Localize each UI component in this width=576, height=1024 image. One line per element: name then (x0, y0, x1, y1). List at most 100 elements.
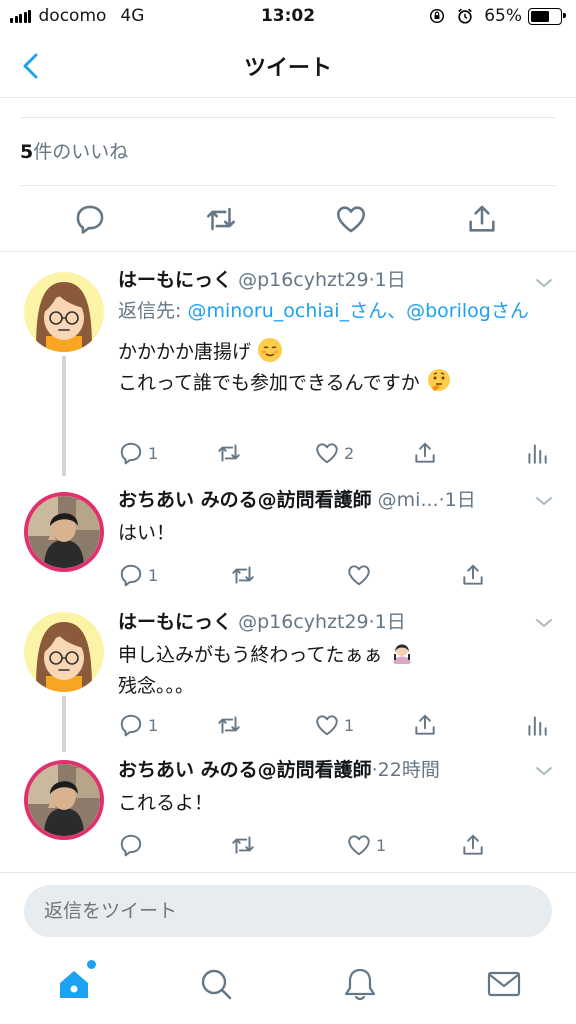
tweet-time: ·22時間 (371, 759, 440, 781)
user-handle[interactable]: @mi... (378, 489, 439, 511)
like-button[interactable]: 2 (314, 440, 354, 466)
like-icon (348, 835, 370, 856)
mention-link[interactable]: @borilogさん (406, 300, 529, 322)
battery-icon (528, 7, 566, 25)
nav-header: ツイート (0, 34, 576, 98)
retweet-button[interactable] (230, 562, 256, 588)
reply-to-line: 返信先: @minoru_ochiai_さん、@borilogさん (118, 296, 560, 327)
messages-icon (487, 971, 521, 997)
avatar[interactable] (24, 272, 104, 352)
avatar[interactable] (24, 760, 104, 840)
tweet-header: はーもにっく @p16cyhzt29·1日 (118, 608, 560, 636)
tab-notifications[interactable] (340, 964, 380, 1004)
retweet-button[interactable] (230, 832, 256, 858)
like-button[interactable]: 1 (314, 712, 354, 738)
status-bar: docomo 4G 13:02 65% (0, 0, 576, 34)
user-handle[interactable]: @p16cyhzt29 (238, 611, 369, 633)
tweet-actions: 1 2 (0, 440, 576, 470)
retweet-button[interactable] (216, 712, 242, 738)
user-handle[interactable]: @p16cyhzt29 (238, 269, 369, 291)
share-button[interactable] (412, 440, 438, 466)
reply-button[interactable]: 1 (118, 440, 158, 466)
tweet-header: はーもにっく @p16cyhzt29·1日 (118, 266, 560, 294)
orientation-lock-icon (430, 8, 445, 24)
reply-button[interactable] (118, 832, 148, 858)
tweet-text: これるよ！ (118, 788, 560, 819)
chevron-down-icon[interactable] (534, 764, 554, 778)
display-name[interactable]: はーもにっく (118, 269, 232, 291)
avatar[interactable] (24, 492, 104, 572)
reply-button[interactable]: 1 (118, 562, 158, 588)
battery-percent: 65% (484, 6, 522, 26)
share-button[interactable] (460, 562, 486, 588)
display-name[interactable]: おちあい みのる@訪問看護師 (118, 489, 372, 511)
tweet-text: 申し込みがもう終わってたぁぁ 残念。。。 (118, 640, 560, 702)
tweet-text: かかかか唐揚げ これって誰でも参加できるんですか (118, 337, 560, 399)
reply-tweet[interactable]: おちあい みのる@訪問看護師 @mi...·1日 はい！ 1 (0, 476, 576, 602)
retweet-icon (232, 566, 254, 584)
mention-link[interactable]: @minoru_ochiai_さん (187, 300, 387, 322)
alarm-icon (458, 8, 473, 24)
reply-tweet[interactable]: はーもにっく @p16cyhzt29·1日 返信先: @minoru_ochia… (0, 252, 576, 476)
retweet-icon[interactable] (204, 202, 238, 236)
reply-button[interactable]: 1 (118, 712, 158, 738)
tweet-actions: 1 1 (0, 712, 576, 742)
retweet-icon (218, 716, 240, 734)
tweet-text-line: これって誰でも参加できるんですか (118, 372, 420, 394)
reply-count: 1 (148, 443, 159, 463)
share-icon[interactable] (465, 202, 499, 236)
like-count: 1 (344, 715, 355, 735)
page-title: ツイート (243, 56, 332, 81)
tweet-header: おちあい みのる@訪問看護師 @mi...·1日 (118, 486, 560, 514)
tweet-text-line: これるよ！ (118, 792, 214, 814)
tab-messages[interactable] (484, 964, 524, 1004)
chevron-down-icon[interactable] (534, 616, 554, 630)
home-icon (60, 971, 88, 998)
tweet-text-line: はい！ (118, 522, 176, 544)
analytics-button[interactable] (524, 440, 550, 466)
like-icon (316, 715, 338, 736)
share-button[interactable] (460, 832, 486, 858)
likes-label: 件のいいね (33, 141, 129, 163)
analytics-button[interactable] (524, 712, 550, 738)
reply-input[interactable] (24, 885, 552, 937)
retweet-icon (218, 444, 240, 462)
chevron-down-icon[interactable] (534, 494, 554, 508)
relieved-face-emoji-icon (258, 338, 283, 362)
display-name[interactable]: はーもにっく (118, 611, 232, 633)
share-button[interactable] (412, 712, 438, 738)
tweet-actions: 1 (0, 562, 576, 592)
like-button[interactable] (346, 562, 376, 588)
tweet-header: おちあい みのる@訪問看護師·22時間 (118, 756, 560, 784)
like-icon[interactable] (334, 202, 368, 236)
reply-icon (120, 564, 142, 587)
like-button[interactable]: 1 (346, 832, 386, 858)
thinking-face-emoji-icon (427, 369, 450, 391)
reply-icon (120, 714, 142, 737)
like-count: 1 (376, 835, 387, 855)
notifications-icon (344, 968, 376, 1001)
tweet-text: はい！ (118, 518, 560, 549)
tweet-text-line: 申し込みがもう終わってたぁぁ (118, 644, 383, 666)
display-name[interactable]: おちあい みのる@訪問看護師 (118, 759, 372, 781)
reply-tweet[interactable]: おちあい みのる@訪問看護師·22時間 これるよ！ 1 (0, 752, 576, 872)
tweet-text-line: 残念。。。 (118, 675, 195, 697)
share-icon (415, 442, 435, 463)
compose-bar (0, 872, 576, 952)
like-icon (316, 443, 338, 464)
tab-home[interactable] (54, 960, 96, 1004)
likes-count-row[interactable]: 5件のいいね (20, 117, 556, 186)
avatar[interactable] (24, 612, 104, 692)
retweet-button[interactable] (216, 440, 242, 466)
reply-tweet[interactable]: はーもにっく @p16cyhzt29·1日 申し込みがもう終わってたぁぁ 残念。… (0, 602, 576, 752)
tweet-time: ·1日 (368, 269, 406, 291)
battery-level (531, 10, 549, 22)
share-icon (463, 564, 483, 585)
tab-search[interactable] (196, 964, 236, 1004)
chevron-down-icon[interactable] (534, 276, 554, 290)
unread-dot (87, 960, 96, 969)
mention-separator: 、 (387, 300, 407, 322)
reply-to-label: 返信先: (118, 300, 188, 322)
reply-icon[interactable] (73, 202, 107, 236)
analytics-icon (528, 444, 547, 464)
